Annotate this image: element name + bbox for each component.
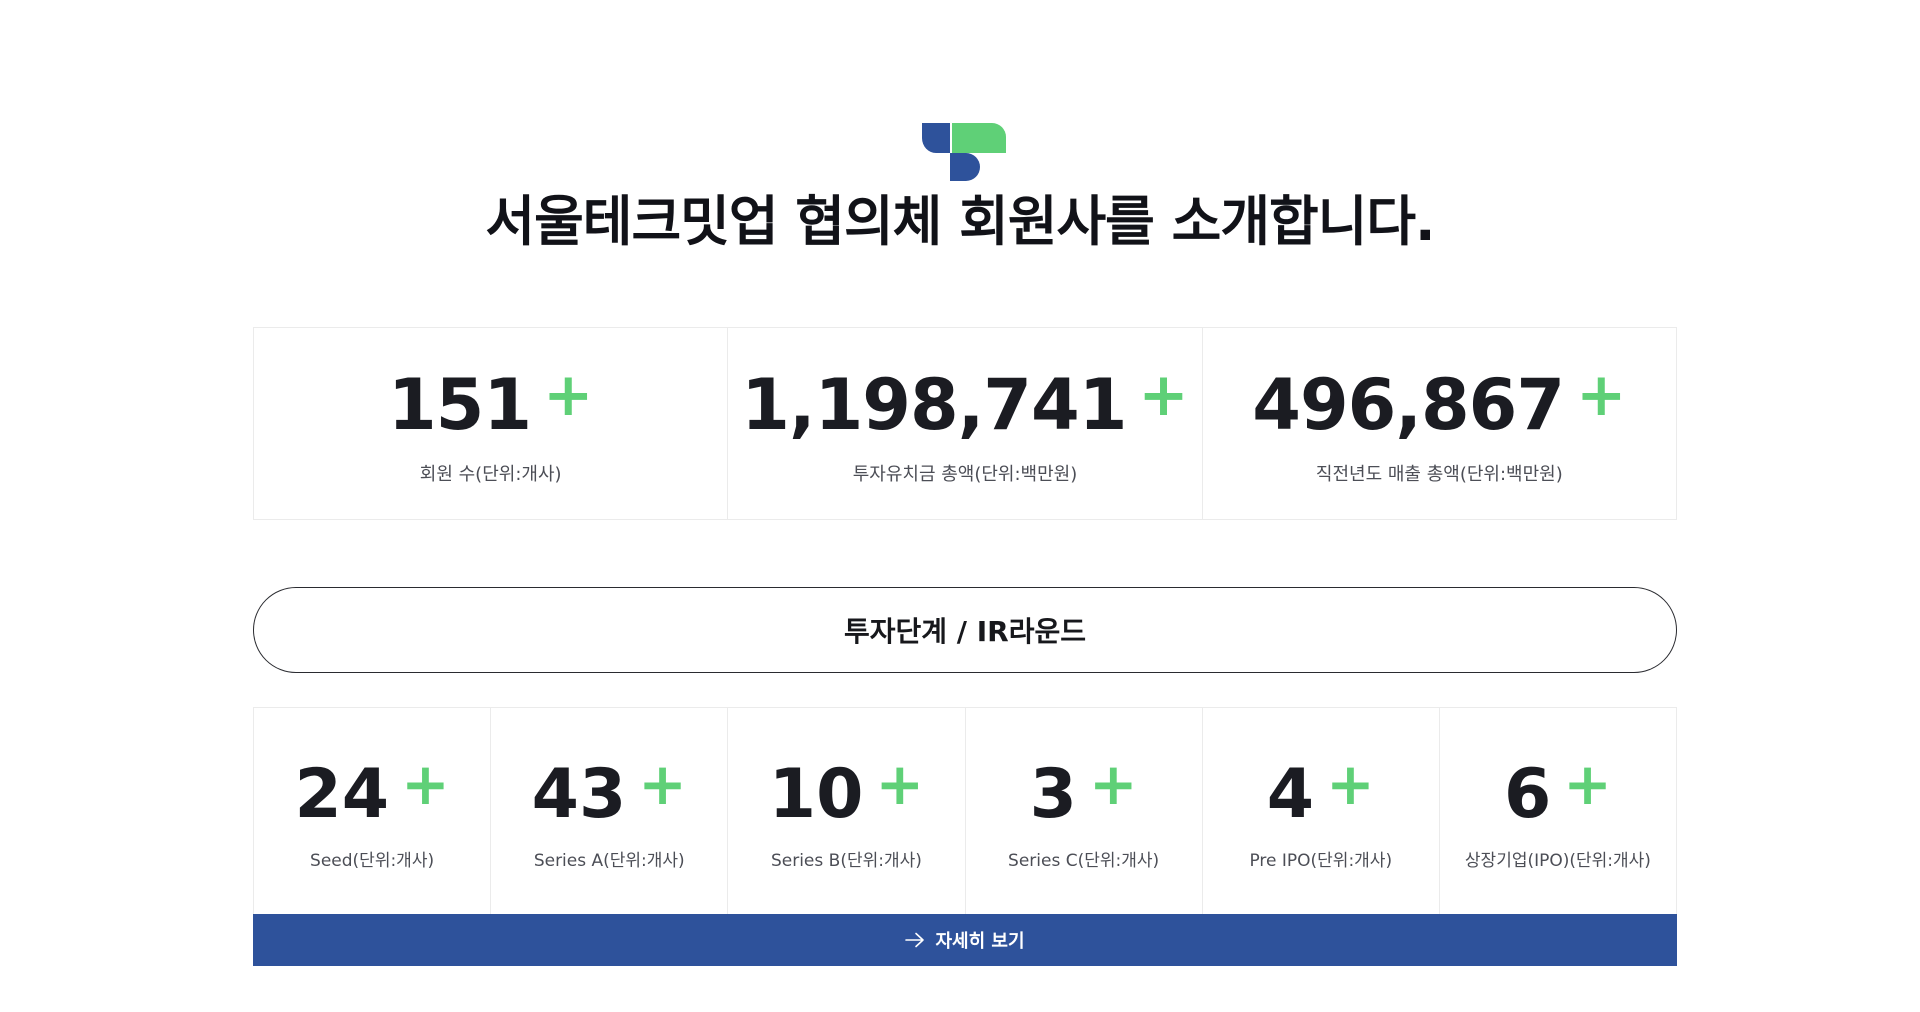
plus-icon: +: [1576, 360, 1627, 430]
stage-value: 10: [768, 755, 864, 834]
stat-card-members: 151 + 회원 수(단위:개사): [254, 328, 729, 519]
stage-card-ipo: 6 + 상장기업(IPO)(단위:개사): [1440, 708, 1676, 914]
investment-stage-heading: 투자단계 / IR라운드: [253, 587, 1677, 673]
plus-icon: +: [638, 750, 687, 818]
stat-card-investment: 1,198,741 + 투자유치금 총액(단위:백만원): [728, 328, 1203, 519]
stage-card-seed: 24 + Seed(단위:개사): [254, 708, 492, 914]
stat-value: 151: [387, 364, 532, 446]
stat-value: 496,867: [1252, 364, 1565, 446]
stage-value: 3: [1029, 755, 1077, 834]
summary-stats: 151 + 회원 수(단위:개사) 1,198,741 + 투자유치금 총액(단…: [253, 327, 1677, 520]
plus-icon: +: [543, 360, 594, 430]
stage-label: Series C(단위:개사): [1008, 851, 1160, 871]
plus-icon: +: [401, 750, 450, 818]
stage-label: Series A(단위:개사): [533, 851, 685, 871]
stage-value: 6: [1503, 755, 1552, 834]
stage-card-series-c: 3 + Series C(단위:개사): [966, 708, 1203, 914]
stage-label: Pre IPO(단위:개사): [1249, 851, 1393, 871]
page-title: 서울테크밋업 협의체 회원사를 소개합니다.: [485, 190, 1435, 253]
arrow-right-icon: [905, 932, 925, 948]
stage-card-series-a: 43 + Series A(단위:개사): [491, 708, 729, 914]
seoul-tech-meetup-logo: [922, 123, 1006, 181]
stat-label: 직전년도 매출 총액(단위:백만원): [1315, 464, 1563, 485]
stat-value: 1,198,741: [741, 364, 1127, 446]
stat-label: 회원 수(단위:개사): [419, 464, 562, 485]
stage-value: 43: [531, 755, 627, 834]
plus-icon: +: [1563, 750, 1612, 818]
stat-label: 투자유치금 총액(단위:백만원): [852, 464, 1078, 485]
stage-label: Series B(단위:개사): [770, 851, 922, 871]
plus-icon: +: [1088, 750, 1138, 818]
view-details-button[interactable]: 자세히 보기: [253, 914, 1677, 966]
page: 서울테크밋업 협의체 회원사를 소개합니다. 151 + 회원 수(단위:개사)…: [0, 0, 1920, 1012]
stage-value: 24: [294, 755, 390, 834]
investment-stage-stats: 24 + Seed(단위:개사) 43 + Series A(단위:개사) 10…: [253, 707, 1677, 914]
plus-icon: +: [875, 750, 925, 818]
view-details-label: 자세히 보기: [935, 931, 1025, 952]
stage-label: Seed(단위:개사): [310, 851, 435, 871]
plus-icon: +: [1326, 750, 1375, 818]
stage-value: 4: [1266, 755, 1315, 834]
stage-label: 상장기업(IPO)(단위:개사): [1464, 851, 1651, 871]
plus-icon: +: [1138, 360, 1189, 430]
stat-card-revenue: 496,867 + 직전년도 매출 총액(단위:백만원): [1203, 328, 1676, 519]
stage-card-pre-ipo: 4 + Pre IPO(단위:개사): [1203, 708, 1440, 914]
stage-card-series-b: 10 + Series B(단위:개사): [728, 708, 966, 914]
